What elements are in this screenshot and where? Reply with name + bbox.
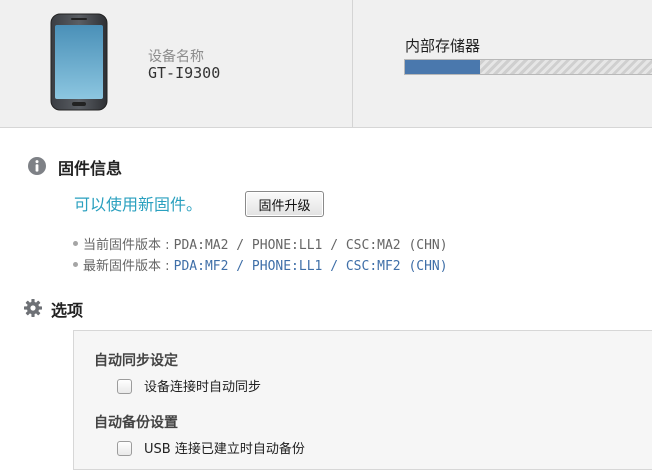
firmware-section-title: 固件信息: [58, 159, 123, 178]
auto-backup-label: USB 连接已建立时自动备份: [144, 442, 305, 457]
storage-block: 内部存储器: [353, 0, 652, 127]
device-model: GT-I9300: [148, 64, 221, 82]
bullet-icon: [73, 262, 78, 267]
current-firmware-version: 当前固件版本 : PDA:MA2 / PHONE:LL1 / CSC:MA2 (…: [73, 234, 448, 253]
auto-sync-label: 设备连接时自动同步: [144, 380, 262, 395]
latest-firmware-label: 最新固件版本 :: [83, 259, 174, 274]
device-info: 设备名称 GT-I9300: [0, 0, 352, 127]
firmware-upgrade-button[interactable]: 固件升级: [245, 191, 324, 217]
auto-backup-checkbox[interactable]: [117, 441, 132, 456]
phone-icon: [50, 13, 108, 111]
latest-firmware-value: PDA:MF2 / PHONE:LL1 / CSC:MF2 (CHN): [173, 259, 448, 274]
bullet-icon: [73, 241, 78, 246]
current-firmware-label: 当前固件版本 :: [83, 238, 174, 253]
storage-label: 内部存储器: [405, 37, 481, 55]
auto-backup-group-title: 自动备份设置: [94, 415, 178, 431]
options-panel: 自动同步设定 设备连接时自动同步 自动备份设置 USB 连接已建立时自动备份: [73, 330, 652, 470]
device-name-label: 设备名称: [148, 49, 204, 65]
firmware-available-text: 可以使用新固件。: [74, 195, 203, 214]
gear-icon: [24, 299, 42, 317]
storage-usage-bar: [404, 59, 652, 75]
auto-sync-option[interactable]: 设备连接时自动同步: [117, 376, 262, 395]
options-section-title: 选项: [51, 301, 84, 320]
auto-sync-checkbox[interactable]: [117, 379, 132, 394]
info-icon: [28, 157, 46, 175]
latest-firmware-version: 最新固件版本 : PDA:MF2 / PHONE:LL1 / CSC:MF2 (…: [73, 255, 448, 274]
device-header: 设备名称 GT-I9300 内部存储器: [0, 0, 652, 128]
current-firmware-value: PDA:MA2 / PHONE:LL1 / CSC:MA2 (CHN): [173, 238, 448, 253]
storage-usage-fill: [405, 60, 480, 74]
auto-backup-option[interactable]: USB 连接已建立时自动备份: [117, 438, 305, 457]
auto-sync-group-title: 自动同步设定: [94, 353, 178, 369]
